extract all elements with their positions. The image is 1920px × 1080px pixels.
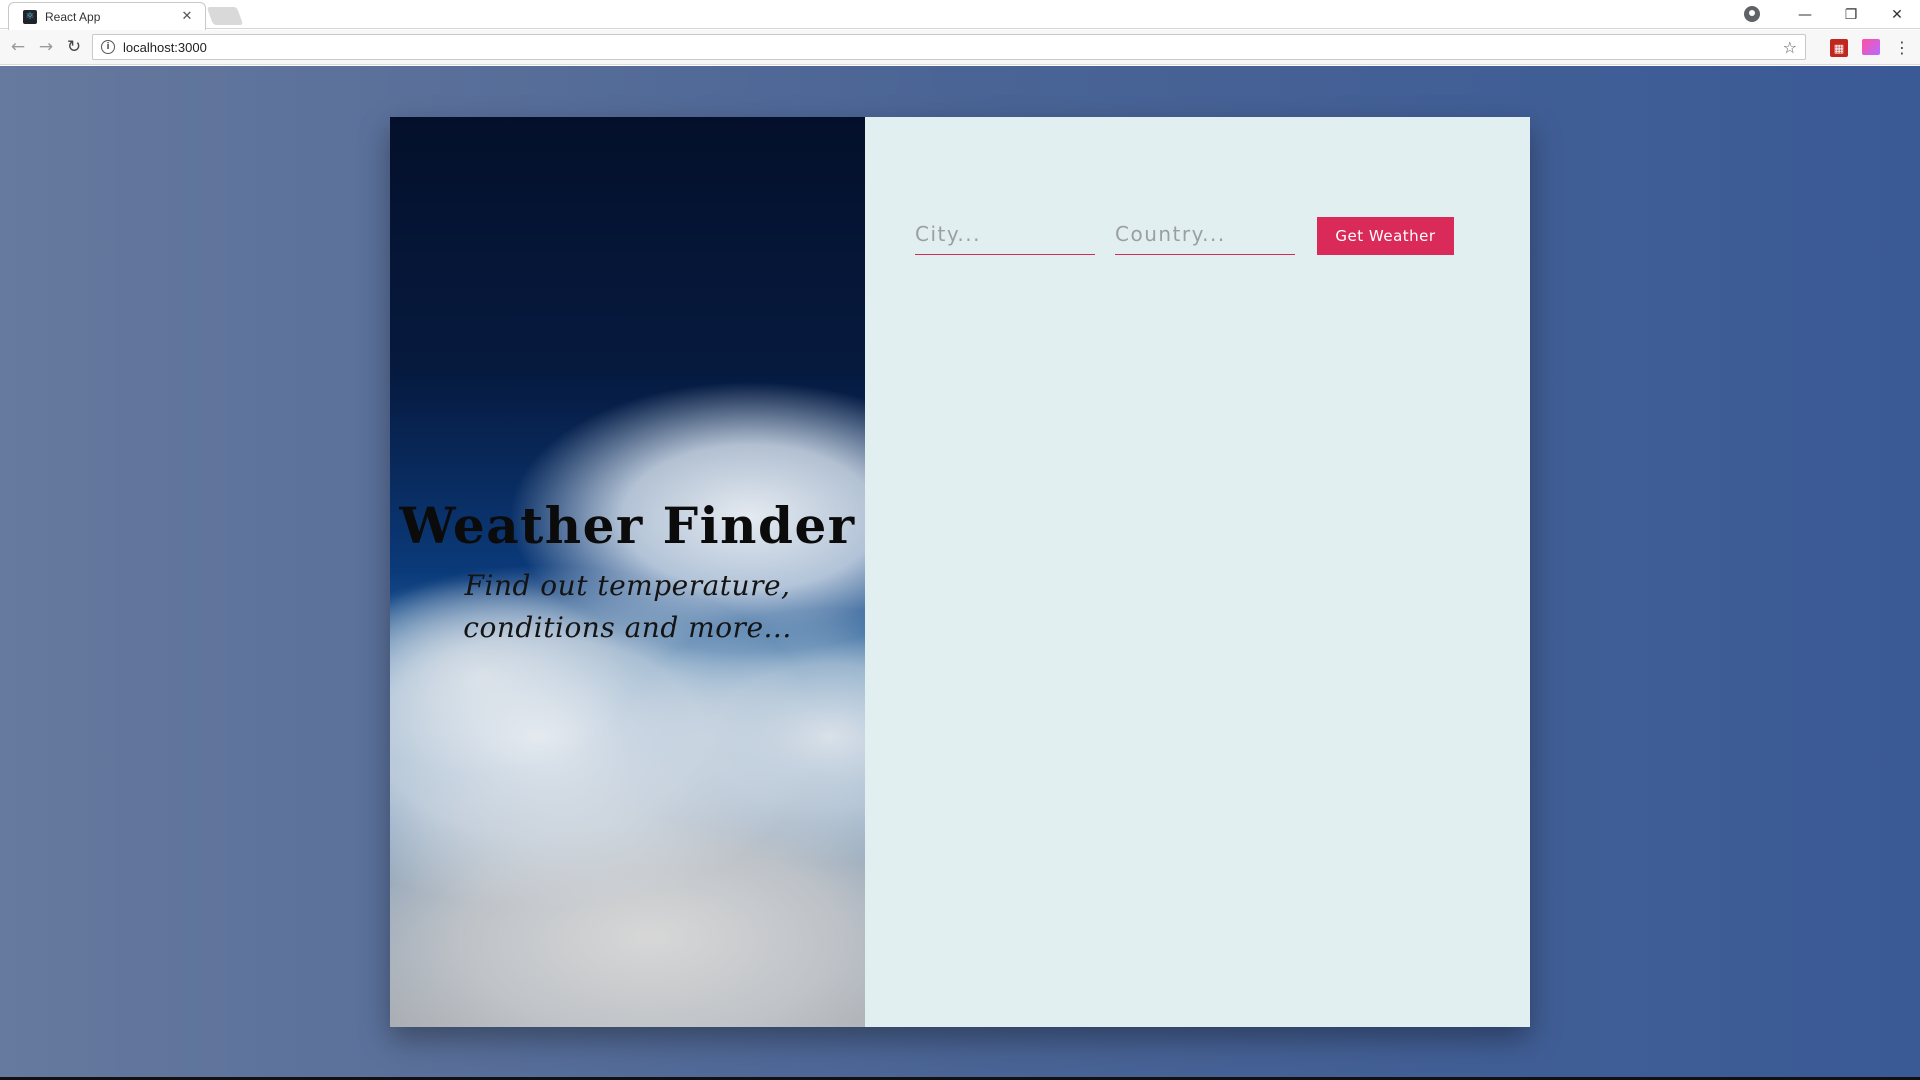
page-background: Weather Finder Find out temperature, con…: [0, 66, 1920, 1078]
browser-tab[interactable]: ⚛ React App ✕: [8, 2, 206, 30]
country-input[interactable]: [1115, 217, 1295, 255]
new-tab-button[interactable]: [206, 7, 244, 25]
minimize-icon[interactable]: —: [1782, 0, 1828, 29]
hero-panel: Weather Finder Find out temperature, con…: [390, 117, 865, 1027]
close-window-icon[interactable]: ✕: [1874, 0, 1920, 29]
weather-card: Weather Finder Find out temperature, con…: [390, 117, 1530, 1027]
extension-gradient-icon[interactable]: [1862, 39, 1880, 55]
forward-arrow-icon[interactable]: →: [32, 33, 60, 61]
browser-menu-icon[interactable]: ⋮: [1894, 37, 1910, 57]
browser-tab-bar: ⚛ React App ✕ — ❐ ✕: [0, 0, 1920, 30]
tab-title: React App: [45, 9, 101, 24]
get-weather-button[interactable]: Get Weather: [1317, 217, 1454, 255]
tab-close-icon[interactable]: ✕: [179, 9, 195, 24]
reload-icon[interactable]: ↻: [60, 33, 88, 61]
bookmark-star-icon[interactable]: ☆: [1783, 38, 1797, 57]
address-bar[interactable]: i localhost:3000 ☆: [92, 34, 1806, 60]
city-input[interactable]: [915, 217, 1095, 255]
restore-icon[interactable]: ❐: [1828, 0, 1874, 29]
page-subtitle: Find out temperature, conditions and mor…: [463, 569, 792, 644]
hero-text: Weather Finder Find out temperature, con…: [390, 495, 865, 649]
react-favicon-icon: ⚛: [23, 9, 37, 24]
browser-toolbar: ← → ↻ i localhost:3000 ☆ ▦ ⋮: [0, 30, 1920, 65]
window-controls: — ❐ ✕: [1782, 0, 1920, 29]
back-arrow-icon[interactable]: ←: [4, 33, 32, 61]
profile-icon[interactable]: [1744, 6, 1760, 22]
form-panel: Get Weather: [865, 117, 1530, 1027]
url-text[interactable]: localhost:3000: [123, 40, 1783, 55]
site-info-icon[interactable]: i: [101, 40, 115, 54]
page-title: Weather Finder: [399, 496, 856, 555]
extension-icon[interactable]: ▦: [1830, 39, 1848, 57]
